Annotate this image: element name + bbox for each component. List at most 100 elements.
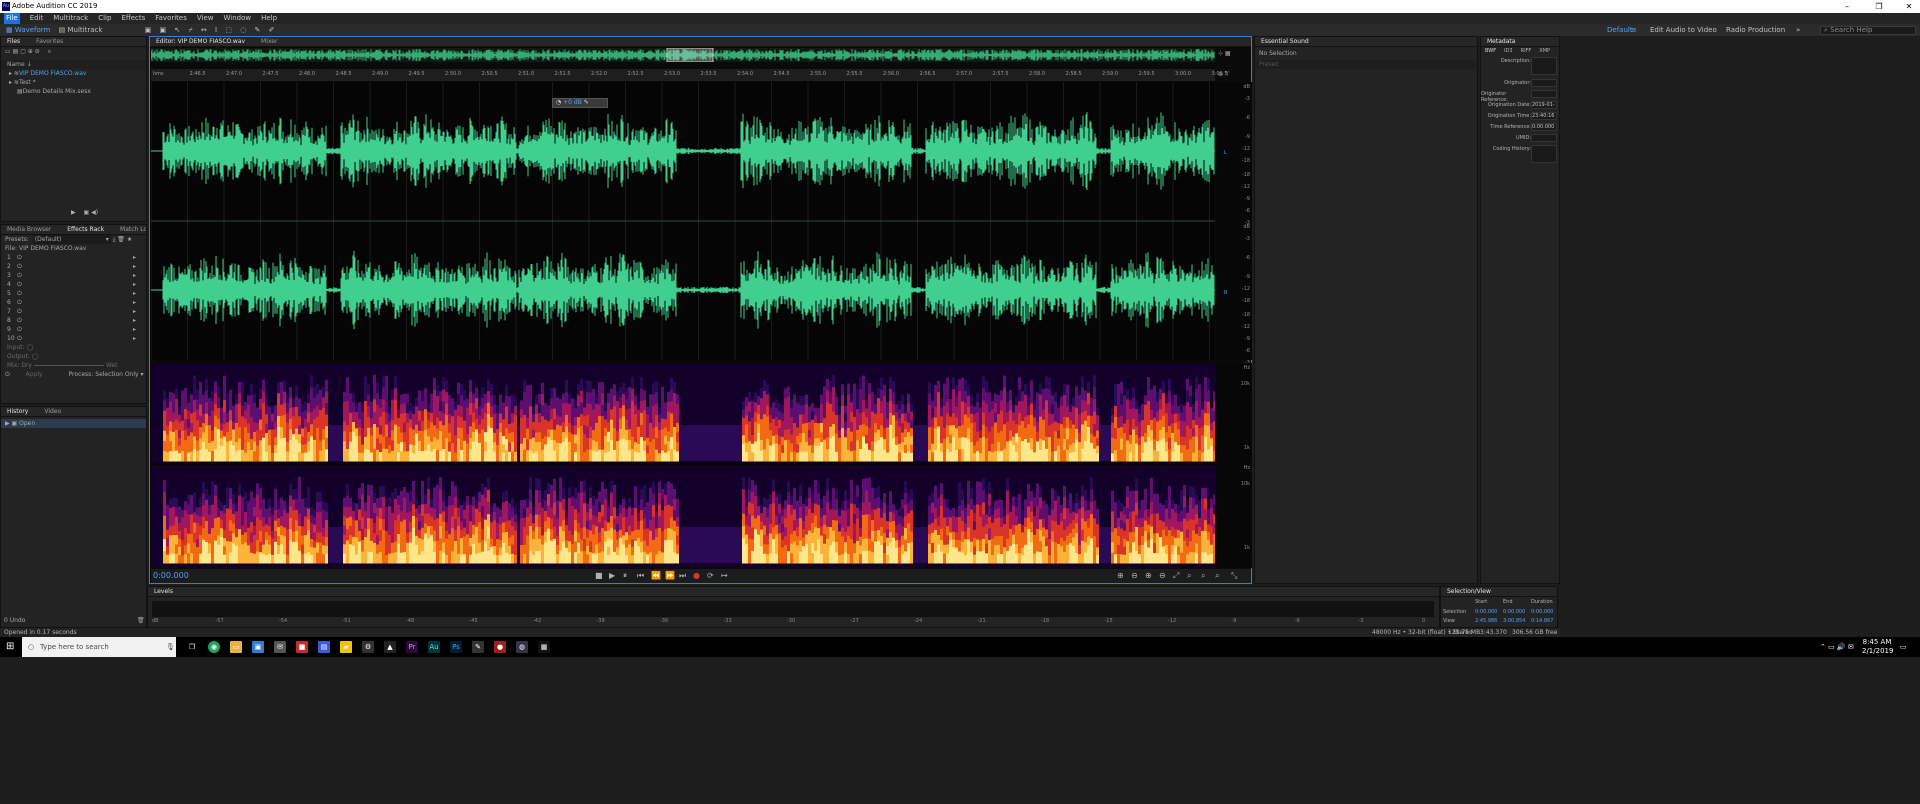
- slot-arrow-icon[interactable]: ▸: [133, 325, 136, 334]
- file-item[interactable]: ▤ Demo Details Mix.sesx: [1, 87, 146, 96]
- delete-preset-icon[interactable]: 🗑: [117, 235, 125, 244]
- tab-xmp[interactable]: XMP: [1539, 48, 1550, 54]
- fast-forward-icon[interactable]: ⏩: [665, 571, 675, 580]
- waveform-display[interactable]: [151, 82, 1215, 360]
- files-column-header[interactable]: Name ↓: [1, 60, 146, 69]
- loop-icon[interactable]: ▣: [84, 209, 90, 216]
- marquee-tool-icon[interactable]: ⬚: [225, 24, 232, 36]
- presets-dropdown[interactable]: (Default) ▾: [32, 235, 111, 244]
- tab-files[interactable]: Files: [7, 37, 20, 46]
- menu-multitrack[interactable]: Multitrack: [53, 13, 88, 24]
- power-icon[interactable]: ⏻: [5, 371, 10, 378]
- workspace-edit-audio-to-video[interactable]: Edit Audio to Video: [1650, 24, 1717, 36]
- effect-slot[interactable]: 4 ⏻ ▸: [7, 280, 146, 289]
- selection-view-title[interactable]: Selection/View: [1447, 587, 1491, 596]
- stop-icon[interactable]: ■: [595, 571, 603, 580]
- app-clapper-icon[interactable]: ▦: [538, 641, 550, 653]
- overview-navigator[interactable]: [151, 48, 1215, 62]
- effect-slot[interactable]: 5 ⏻ ▸: [7, 289, 146, 298]
- power-icon[interactable]: ⏻: [17, 263, 22, 270]
- workspace-default[interactable]: Default: [1607, 24, 1633, 36]
- sticky-notes-icon[interactable]: ▰: [340, 641, 352, 653]
- metadata-value-input[interactable]: 0:00.000: [1531, 123, 1557, 131]
- mix-slider[interactable]: [33, 365, 104, 366]
- tab-editor[interactable]: Editor: VIP DEMO FIASCO.wav: [156, 37, 245, 46]
- view-duration[interactable]: 0:14.867: [1531, 618, 1553, 624]
- output-knob-icon[interactable]: ◯: [32, 353, 39, 360]
- effect-slot[interactable]: 1 ⏻ ▸: [7, 253, 146, 262]
- app-gear-icon[interactable]: ⚙: [362, 641, 374, 653]
- menu-help[interactable]: Help: [261, 13, 277, 24]
- metadata-value-input[interactable]: [1531, 79, 1557, 87]
- maximize-button[interactable]: ❐: [1868, 0, 1890, 13]
- metadata-title[interactable]: Metadata: [1487, 37, 1515, 46]
- channel-marker[interactable]: R: [1224, 290, 1227, 296]
- pitch-display-icon[interactable]: ▣: [160, 24, 167, 36]
- time-selection-icon[interactable]: I: [215, 24, 217, 36]
- slip-tool-icon[interactable]: ↔: [201, 24, 207, 36]
- menu-window[interactable]: Window: [224, 13, 252, 24]
- effect-slot[interactable]: 3 ⏻ ▸: [7, 271, 146, 280]
- workspace-radio-production[interactable]: Radio Production: [1726, 24, 1785, 36]
- current-time[interactable]: 0:00.000: [153, 571, 189, 580]
- file-item[interactable]: ▸ ≋ VIP DEMO FIASCO.wav: [1, 69, 146, 78]
- zoom-full-icon[interactable]: ⤢: [1173, 571, 1179, 581]
- tab-id3[interactable]: ID3: [1504, 48, 1513, 54]
- skip-end-icon[interactable]: ⏭: [679, 571, 686, 581]
- file-item[interactable]: ▸ ≋ Test *: [1, 78, 146, 87]
- slot-arrow-icon[interactable]: ▸: [133, 307, 136, 316]
- close-button[interactable]: ✕: [1898, 0, 1920, 13]
- app-blue-icon[interactable]: ▤: [318, 641, 330, 653]
- effect-slot[interactable]: 10 ⏻ ▸: [7, 334, 146, 343]
- power-icon[interactable]: ⏻: [17, 290, 22, 297]
- zoom-overview-icon[interactable]: ⊹ ▦: [1218, 50, 1231, 57]
- effect-slot[interactable]: 6 ⏻ ▸: [7, 298, 146, 307]
- import-icon[interactable]: ▤: [13, 47, 19, 56]
- tab-bwf[interactable]: BWF: [1485, 48, 1496, 54]
- tab-history[interactable]: History: [7, 407, 28, 416]
- ruler-options-icon[interactable]: ⊚ ⊤: [1218, 71, 1230, 78]
- power-icon[interactable]: ⏻: [17, 254, 22, 261]
- play-icon[interactable]: ▶: [71, 209, 76, 216]
- zoom-selection-icon[interactable]: ⌕: [1187, 571, 1191, 581]
- tab-video[interactable]: Video: [44, 407, 61, 416]
- favorite-icon[interactable]: ★: [127, 235, 132, 244]
- tray-icons[interactable]: ⌃ ▭ 🔊 ✉: [1820, 637, 1854, 657]
- zoom-out-point-icon[interactable]: ⌕: [1215, 571, 1219, 581]
- selection-duration[interactable]: 0:00.000: [1531, 609, 1553, 615]
- chrome-icon[interactable]: ◉: [208, 641, 220, 653]
- premiere-icon[interactable]: Pr: [406, 641, 418, 653]
- spectral-display-icon[interactable]: ▣: [145, 24, 152, 36]
- minimize-button[interactable]: –: [1836, 0, 1858, 13]
- save-preset-icon[interactable]: ⤓: [113, 235, 116, 244]
- razor-tool-icon[interactable]: ⌿: [188, 24, 192, 36]
- metadata-value-input[interactable]: 23:40:16: [1531, 112, 1557, 120]
- input-knob-icon[interactable]: ◯: [26, 344, 33, 351]
- levels-title[interactable]: Levels: [154, 587, 173, 596]
- lasso-tool-icon[interactable]: ◌: [240, 24, 246, 36]
- loop-playback-icon[interactable]: ⟳: [707, 571, 714, 580]
- tab-match-loudness[interactable]: Match Loud: [120, 225, 146, 234]
- power-icon[interactable]: ⏻: [17, 272, 22, 279]
- slot-arrow-icon[interactable]: ▸: [133, 262, 136, 271]
- metadata-value-input[interactable]: [1531, 90, 1557, 98]
- effect-slot[interactable]: 8 ⏻ ▸: [7, 316, 146, 325]
- slot-arrow-icon[interactable]: ▸: [133, 271, 136, 280]
- power-icon[interactable]: ⏻: [17, 326, 22, 333]
- mail-icon[interactable]: ✉: [274, 641, 286, 653]
- insert-icon[interactable]: ⊕: [28, 47, 33, 56]
- power-icon[interactable]: ⏻: [17, 335, 22, 342]
- slot-arrow-icon[interactable]: ▸: [133, 253, 136, 262]
- tab-effects-rack[interactable]: Effects Rack: [67, 225, 104, 234]
- power-icon[interactable]: ⏻: [17, 281, 22, 288]
- zoom-out-time-icon[interactable]: ⊖: [1159, 571, 1166, 580]
- process-dropdown[interactable]: Selection Only: [95, 371, 138, 378]
- selection-start[interactable]: 0:00.000: [1475, 609, 1497, 615]
- spot-healing-icon[interactable]: ✐: [269, 24, 275, 36]
- app-paint-icon[interactable]: ✎: [472, 641, 484, 653]
- skip-selection-icon[interactable]: ↦: [721, 571, 728, 580]
- app-media-icon[interactable]: ◍: [516, 641, 528, 653]
- effect-slot[interactable]: 9 ⏻ ▸: [7, 325, 146, 334]
- app-record-icon[interactable]: ●: [494, 641, 506, 653]
- volume-icon[interactable]: ◀): [91, 209, 98, 216]
